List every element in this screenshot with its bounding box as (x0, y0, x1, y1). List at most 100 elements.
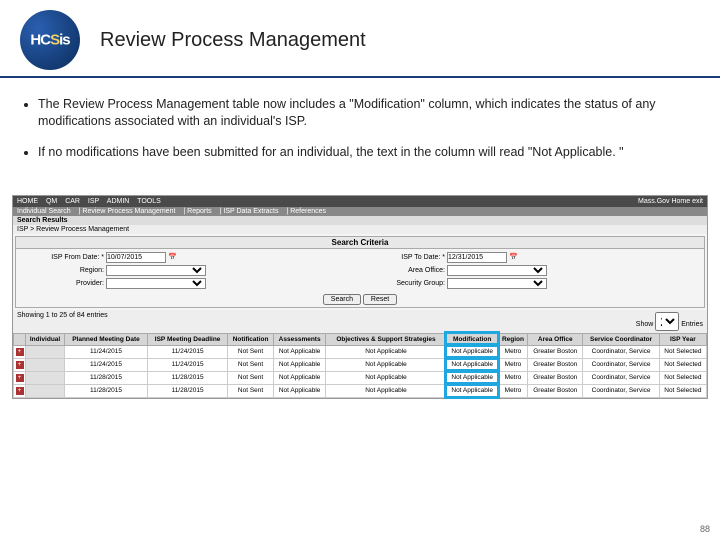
cell-pmd: 11/28/2015 (65, 371, 148, 384)
col-modification[interactable]: Modification (446, 333, 498, 345)
expand-icon[interactable]: + (16, 361, 24, 369)
table-row: + xxxx 11/24/2015 11/24/2015 Not Sent No… (14, 358, 707, 371)
nav-item[interactable]: TOOLS (137, 198, 161, 205)
entries-bar: Showing 1 to 25 of 84 entries Show 25 En… (13, 310, 707, 333)
expand-icon[interactable]: + (16, 374, 24, 382)
nav-item[interactable]: CAR (65, 198, 80, 205)
cell-obj: Not Applicable (326, 384, 446, 397)
nav-item[interactable]: ADMIN (107, 198, 130, 205)
cell-sc: Coordinator, Service (583, 384, 659, 397)
cell-imd: 11/28/2015 (147, 384, 227, 397)
cell-pmd: 11/24/2015 (65, 345, 148, 358)
col-expand (14, 333, 26, 345)
bullet-item: The Review Process Management table now … (38, 96, 692, 130)
area-office-select[interactable] (447, 265, 547, 276)
cell-ao: Greater Boston (528, 384, 583, 397)
cell-sc: Coordinator, Service (583, 358, 659, 371)
bullet-item: If no modifications have been submitted … (38, 144, 692, 161)
cell-obj: Not Applicable (326, 358, 446, 371)
cell-assess: Not Applicable (273, 345, 326, 358)
subnav-item[interactable]: References (290, 208, 326, 215)
isp-to-input[interactable] (447, 252, 507, 263)
cell-assess: Not Applicable (273, 371, 326, 384)
cell-individual: xxxx (26, 384, 65, 397)
calendar-icon[interactable]: 📅 (168, 253, 177, 261)
region-label: Region: (24, 267, 104, 274)
region-select[interactable] (106, 265, 206, 276)
cell-modification: Not Applicable (446, 384, 498, 397)
cell-notif: Not Sent (228, 384, 273, 397)
cell-imd: 11/24/2015 (147, 345, 227, 358)
cell-ao: Greater Boston (528, 345, 583, 358)
subnav-item[interactable]: Reports (187, 208, 212, 215)
cell-yr: Not Selected (659, 345, 706, 358)
cell-yr: Not Selected (659, 384, 706, 397)
page-title: Review Process Management (100, 29, 366, 52)
reset-button[interactable]: Reset (363, 294, 397, 305)
table-row: + xxxx 11/28/2015 11/28/2015 Not Sent No… (14, 384, 707, 397)
cell-imd: 11/28/2015 (147, 371, 227, 384)
nav-item[interactable]: HOME (17, 198, 38, 205)
table-header-row: Individual Planned Meeting Date ISP Meet… (14, 333, 707, 345)
table-row: + xxxx 11/24/2015 11/24/2015 Not Sent No… (14, 345, 707, 358)
search-results-label: Search Results (13, 216, 707, 225)
cell-modification: Not Applicable (446, 345, 498, 358)
entries-count: Showing 1 to 25 of 84 entries (17, 312, 108, 331)
cell-assess: Not Applicable (273, 358, 326, 371)
nav-item[interactable]: QM (46, 198, 57, 205)
security-group-select[interactable] (447, 278, 547, 289)
nav-item[interactable]: ISP (88, 198, 99, 205)
cell-ao: Greater Boston (528, 358, 583, 371)
subnav-item[interactable]: ISP Data Extracts (223, 208, 278, 215)
col-notification[interactable]: Notification (228, 333, 273, 345)
subnav-item[interactable]: Review Process Management (82, 208, 175, 215)
col-planned-meeting[interactable]: Planned Meeting Date (65, 333, 148, 345)
top-nav: HOME QM CAR ISP ADMIN TOOLS Mass.Gov Hom… (13, 196, 707, 207)
subnav-item[interactable]: Individual Search (17, 208, 71, 215)
security-group-label: Security Group: (365, 280, 445, 287)
cell-obj: Not Applicable (326, 345, 446, 358)
provider-label: Provider: (24, 280, 104, 287)
col-objectives[interactable]: Objectives & Support Strategies (326, 333, 446, 345)
cell-notif: Not Sent (228, 345, 273, 358)
cell-pmd: 11/24/2015 (65, 358, 148, 371)
col-area-office[interactable]: Area Office (528, 333, 583, 345)
area-office-label: Area Office: (365, 267, 445, 274)
breadcrumb: ISP > Review Process Management (13, 225, 707, 234)
provider-select[interactable] (106, 278, 206, 289)
cell-notif: Not Sent (228, 371, 273, 384)
cell-sc: Coordinator, Service (583, 345, 659, 358)
cell-region: Metro (498, 384, 527, 397)
isp-from-label: ISP From Date: * (24, 254, 104, 261)
hcsis-logo: HCSis (20, 10, 80, 70)
cell-modification: Not Applicable (446, 358, 498, 371)
col-service-coordinator[interactable]: Service Coordinator (583, 333, 659, 345)
col-isp-deadline[interactable]: ISP Meeting Deadline (147, 333, 227, 345)
isp-from-input[interactable] (106, 252, 166, 263)
cell-individual: xxxx (26, 371, 65, 384)
col-individual[interactable]: Individual (26, 333, 65, 345)
cell-individual: xxxx (26, 345, 65, 358)
nav-right[interactable]: Mass.Gov Home exit (638, 198, 703, 205)
cell-pmd: 11/28/2015 (65, 384, 148, 397)
cell-modification: Not Applicable (446, 371, 498, 384)
cell-ao: Greater Boston (528, 371, 583, 384)
cell-obj: Not Applicable (326, 371, 446, 384)
col-isp-year[interactable]: ISP Year (659, 333, 706, 345)
entries-select[interactable]: 25 (655, 312, 679, 331)
col-region[interactable]: Region (498, 333, 527, 345)
expand-icon[interactable]: + (16, 387, 24, 395)
bullet-list: The Review Process Management table now … (0, 78, 720, 185)
isp-to-label: ISP To Date: * (365, 254, 445, 261)
calendar-icon[interactable]: 📅 (509, 253, 518, 261)
col-assessments[interactable]: Assessments (273, 333, 326, 345)
criteria-title: Search Criteria (16, 237, 704, 249)
expand-icon[interactable]: + (16, 348, 24, 356)
search-criteria-panel: Search Criteria ISP From Date: * 📅 ISP To… (15, 236, 705, 308)
review-process-table: Individual Planned Meeting Date ISP Meet… (13, 333, 707, 398)
cell-sc: Coordinator, Service (583, 371, 659, 384)
search-button[interactable]: Search (323, 294, 361, 305)
cell-yr: Not Selected (659, 358, 706, 371)
slide-header: HCSis Review Process Management (0, 0, 720, 78)
page-number: 88 (700, 524, 710, 534)
